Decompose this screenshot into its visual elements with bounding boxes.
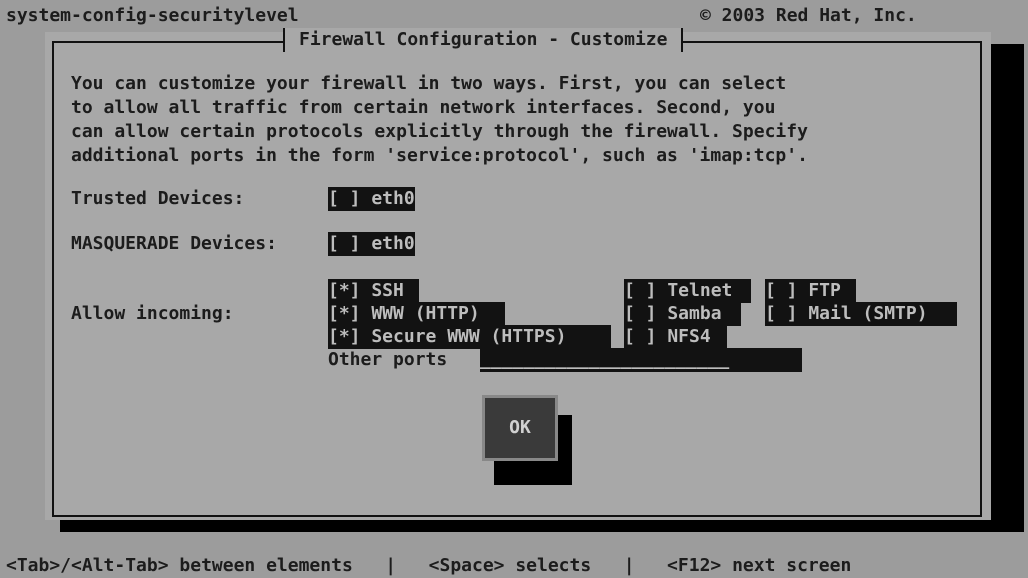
ok-button-label: OK — [509, 417, 531, 438]
smtp-checkbox[interactable]: [ ] Mail (SMTP) — [765, 302, 957, 326]
https-checkbox[interactable]: [*] Secure WWW (HTTPS) — [328, 325, 611, 349]
trusted-eth0-checkbox[interactable]: [ ] eth0 — [328, 187, 415, 211]
nfs4-checkbox[interactable]: [ ] NFS4 — [624, 325, 727, 349]
masquerade-devices-label: MASQUERADE Devices: — [71, 233, 277, 254]
http-checkbox[interactable]: [*] WWW (HTTP) — [328, 302, 505, 326]
copyright: © 2003 Red Hat, Inc. — [700, 5, 917, 26]
description-line-4: additional ports in the form 'service:pr… — [71, 145, 808, 166]
keyboard-hints: <Tab>/<Alt-Tab> between elements | <Spac… — [6, 555, 852, 576]
dialog-title: Firewall Configuration - Customize — [283, 28, 684, 52]
trusted-devices-label: Trusted Devices: — [71, 188, 245, 209]
ok-button[interactable]: OK — [482, 395, 558, 461]
ssh-checkbox[interactable]: [*] SSH — [328, 279, 419, 303]
description-line-1: You can customize your firewall in two w… — [71, 73, 787, 94]
description-line-2: to allow all traffic from certain networ… — [71, 97, 776, 118]
app-name: system-config-securitylevel — [6, 5, 299, 26]
allow-incoming-label: Allow incoming: — [71, 303, 234, 324]
ftp-checkbox[interactable]: [ ] FTP — [765, 279, 856, 303]
description-line-3: can allow certain protocols explicitly t… — [71, 121, 808, 142]
masquerade-eth0-checkbox[interactable]: [ ] eth0 — [328, 232, 415, 256]
other-ports-label: Other ports — [328, 349, 448, 370]
other-ports-input[interactable]: _______________________ — [480, 348, 802, 372]
samba-checkbox[interactable]: [ ] Samba — [624, 302, 741, 326]
telnet-checkbox[interactable]: [ ] Telnet — [624, 279, 751, 303]
